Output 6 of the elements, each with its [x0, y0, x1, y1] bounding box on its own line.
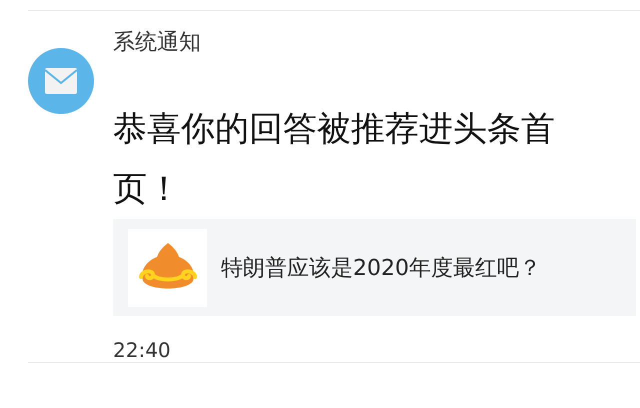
sender-name: 系统通知 — [113, 29, 202, 57]
question-title: 特朗普应该是2020年度最红吧？ — [221, 254, 541, 282]
mail-icon — [28, 48, 94, 114]
timestamp: 22:40 — [113, 338, 172, 362]
notification-message: 恭喜你的回答被推荐进头条首页！ — [113, 108, 556, 211]
question-card[interactable]: 特朗普应该是2020年度最红吧？ — [113, 219, 636, 316]
